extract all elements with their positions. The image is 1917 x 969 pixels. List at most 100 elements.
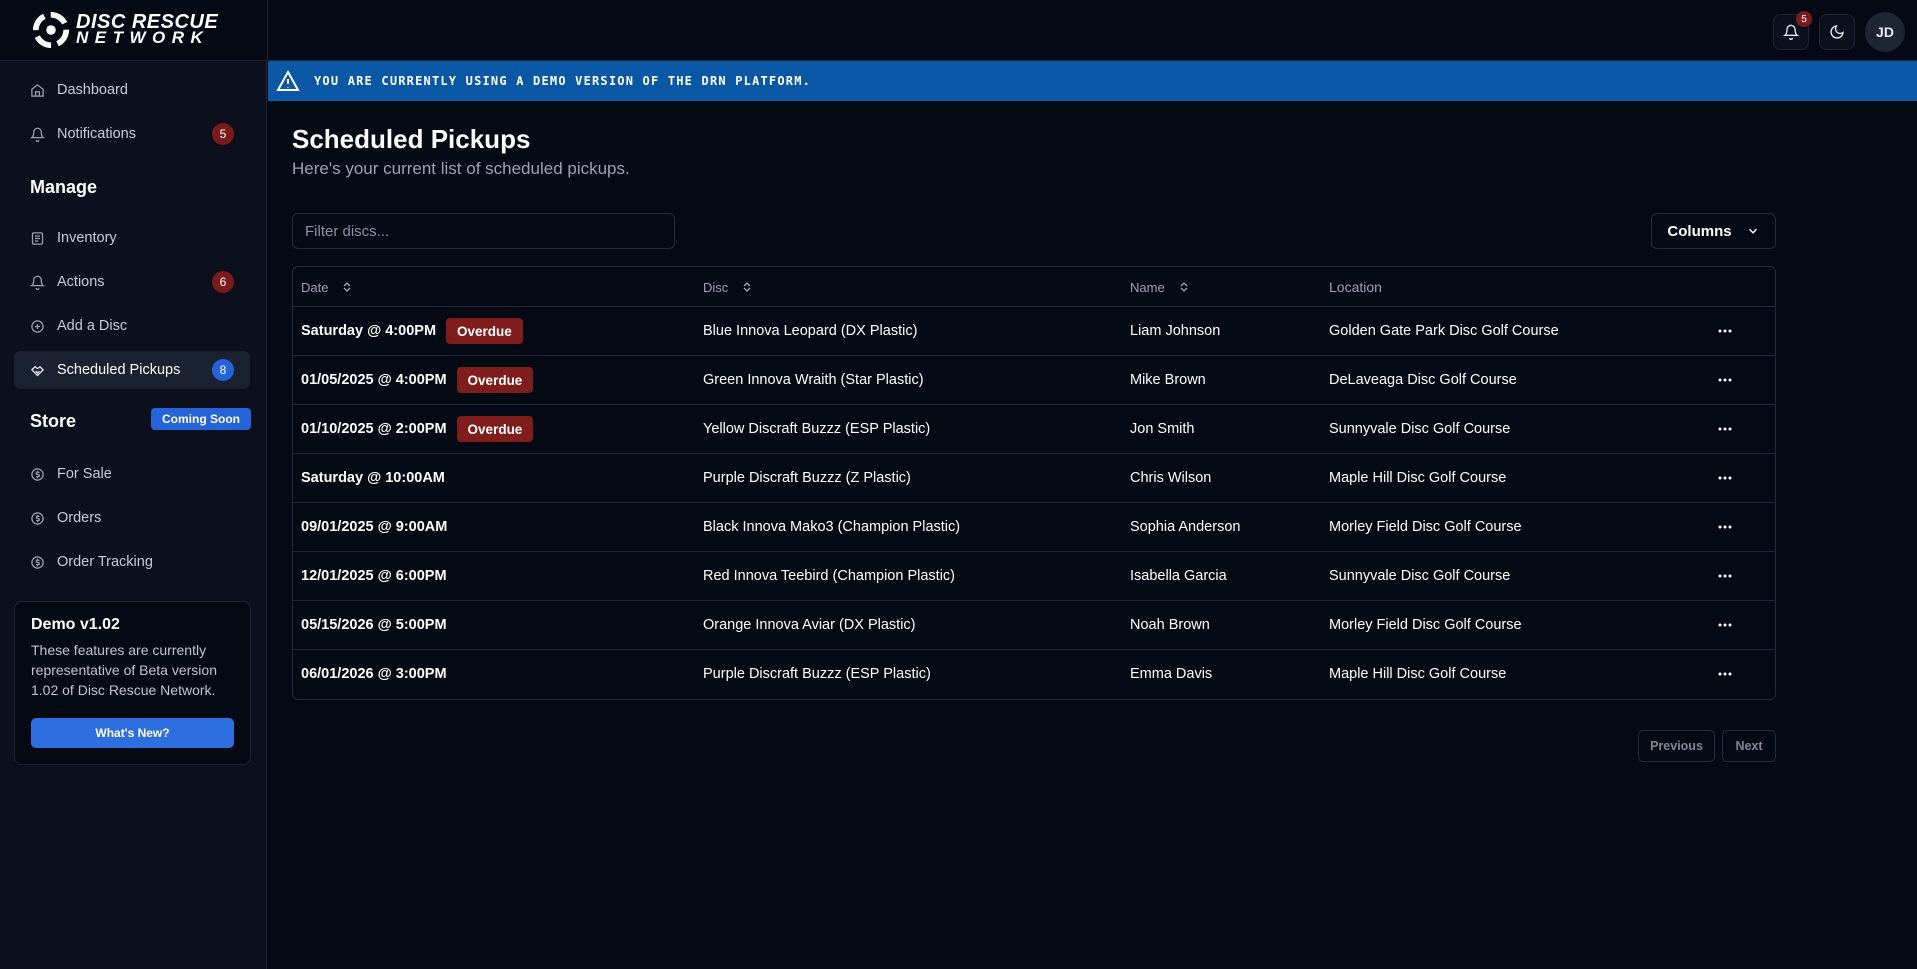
cell-disc: Orange Innova Aviar (DX Plastic) [703, 617, 916, 633]
sidebar-item-scheduled-pickups[interactable]: Scheduled Pickups 8 [14, 351, 250, 389]
overdue-badge: Overdue [456, 367, 534, 393]
column-header-label: Date [301, 279, 329, 295]
cell-name: Jon Smith [1130, 421, 1195, 437]
demo-banner-text: YOU ARE CURRENTLY USING A DEMO VERSION O… [314, 74, 812, 88]
home-icon [31, 83, 44, 97]
cell-disc: Green Innova Wraith (Star Plastic) [703, 372, 924, 388]
table-row[interactable]: 01/05/2025 @ 4:00PM Overdue Green Innova W… [293, 356, 1775, 405]
cell-location: Golden Gate Park Disc Golf Course [1329, 323, 1559, 339]
table-row[interactable]: 05/15/2026 @ 5:00PM Orange Innova Aviar (… [293, 601, 1775, 650]
cell-disc: Yellow Discraft Buzzz (ESP Plastic) [703, 421, 931, 437]
more-horizontal-icon [1718, 623, 1732, 627]
sidebar-item-label: Order Tracking [57, 554, 153, 570]
column-header-name[interactable]: Name [1130, 267, 1189, 307]
sidebar-item-label: For Sale [57, 466, 112, 482]
row-actions-menu-button[interactable] [1715, 356, 1735, 404]
cell-disc: Blue Innova Leopard (DX Plastic) [703, 323, 918, 339]
row-actions-menu-button[interactable] [1715, 650, 1735, 698]
notifications-count-badge: 5 [212, 123, 234, 145]
pickup-date: Saturday @ 4:00PM [301, 323, 437, 339]
sidebar-item-order-tracking[interactable]: Order Tracking [14, 543, 250, 581]
more-horizontal-icon [1718, 476, 1732, 480]
row-actions-menu-button[interactable] [1715, 307, 1735, 355]
table-row[interactable]: 01/10/2025 @ 2:00PM Overdue Yellow Discraf… [293, 405, 1775, 454]
demo-card-body: These features are currently representat… [31, 642, 217, 698]
cell-disc: Purple Discraft Buzzz (ESP Plastic) [703, 666, 931, 682]
column-header-label: Name [1130, 279, 1165, 295]
filter-discs-input[interactable] [292, 213, 675, 249]
more-horizontal-icon [1718, 427, 1732, 431]
sort-icon [344, 282, 351, 292]
pickup-date: 01/05/2025 @ 4:00PM [301, 372, 447, 388]
manage-section-title: Manage [30, 177, 98, 197]
sidebar-item-notifications[interactable]: Notifications 5 [14, 115, 250, 153]
sidebar-item-inventory[interactable]: Inventory [14, 219, 250, 257]
table-row[interactable]: Saturday @ 4:00PM Overdue Blue Innova Leop… [293, 307, 1775, 356]
cell-location: Sunnyvale Disc Golf Course [1329, 568, 1511, 584]
sidebar-item-add-disc[interactable]: Add a Disc [14, 307, 250, 345]
sidebar-item-orders[interactable]: Orders [14, 499, 250, 537]
table-row[interactable]: 12/01/2025 @ 6:00PM Red Innova Teebird (C… [293, 552, 1775, 601]
sidebar-item-for-sale[interactable]: For Sale [14, 455, 250, 493]
sidebar-item-dashboard[interactable]: Dashboard [14, 71, 250, 109]
column-header-date[interactable]: Date [301, 267, 352, 307]
cell-name: Mike Brown [1130, 372, 1206, 388]
pickup-date: 12/01/2025 @ 6:00PM [301, 568, 447, 584]
row-actions-menu-button[interactable] [1715, 503, 1735, 551]
cell-date: 01/10/2025 @ 2:00PM Overdue [301, 405, 534, 453]
top-bar: DISC RESCUE NETWORK 5 JD [0, 0, 1917, 61]
brand-logo[interactable]: DISC RESCUE NETWORK [32, 10, 218, 50]
cell-date: 12/01/2025 @ 6:00PM [301, 552, 447, 600]
table-row[interactable]: 09/01/2025 @ 9:00AM Black Innova Mako3 (C… [293, 503, 1775, 552]
more-horizontal-icon [1718, 525, 1732, 529]
row-actions-menu-button[interactable] [1715, 601, 1735, 649]
overdue-badge: Overdue [456, 416, 534, 442]
pickup-date: Saturday @ 10:00AM [301, 470, 445, 486]
sidebar-item-label: Orders [57, 510, 102, 526]
cell-date: 01/05/2025 @ 4:00PM Overdue [301, 356, 534, 404]
store-section-title: Store [30, 411, 77, 431]
cell-location: Sunnyvale Disc Golf Course [1329, 421, 1511, 437]
columns-dropdown-button[interactable]: Columns [1651, 213, 1776, 249]
pickup-date: 06/01/2026 @ 3:00PM [301, 666, 447, 682]
column-header-disc[interactable]: Disc [703, 267, 752, 307]
divider [267, 0, 268, 61]
column-header-label: Location [1329, 279, 1382, 295]
cell-disc: Purple Discraft Buzzz (Z Plastic) [703, 470, 911, 486]
dollar-icon [31, 467, 44, 481]
whats-new-button[interactable]: What's New? [31, 718, 234, 748]
notifications-button[interactable]: 5 [1773, 11, 1812, 50]
row-actions-menu-button[interactable] [1715, 454, 1735, 502]
pickup-date: 09/01/2025 @ 9:00AM [301, 519, 448, 535]
sidebar-item-label: Notifications [57, 126, 136, 142]
more-horizontal-icon [1718, 574, 1732, 578]
columns-label: Columns [1667, 222, 1732, 240]
sidebar-item-label: Dashboard [57, 82, 128, 98]
sidebar-item-label: Actions [57, 274, 105, 290]
previous-page-button[interactable]: Previous [1638, 730, 1715, 762]
sort-icon [743, 282, 751, 292]
bell-icon [1783, 24, 1799, 40]
sidebar-item-actions[interactable]: Actions 6 [14, 263, 250, 301]
row-actions-menu-button[interactable] [1715, 552, 1735, 600]
sidebar-item-label: Add a Disc [57, 318, 128, 334]
user-avatar[interactable]: JD [1865, 12, 1905, 52]
scheduled-pickups-count-badge: 8 [212, 359, 234, 381]
table-header-row: Date Disc Name Location [293, 267, 1775, 307]
sidebar-item-label: Inventory [57, 230, 117, 246]
demo-version-card: Demo v1.02 These features are currently … [14, 601, 251, 765]
table-row[interactable]: Saturday @ 10:00AM Purple Discraft Buzzz … [293, 454, 1775, 503]
table-body: Saturday @ 4:00PM Overdue Blue Innova Leop… [293, 307, 1775, 699]
table-row[interactable]: 06/01/2026 @ 3:00PM Purple Discraft Buzzz… [293, 650, 1775, 699]
sidebar: Dashboard Notifications 5 Manage Invento… [0, 61, 267, 969]
row-actions-menu-button[interactable] [1715, 405, 1735, 453]
demo-banner: YOU ARE CURRENTLY USING A DEMO VERSION O… [268, 61, 1917, 101]
cell-location: Maple Hill Disc Golf Course [1329, 470, 1507, 486]
top-actions: 5 JD [1773, 11, 1917, 52]
page-subtitle: Here's your current list of scheduled pi… [292, 159, 630, 178]
cell-name: Isabella Garcia [1130, 568, 1227, 584]
theme-toggle-button[interactable] [1819, 14, 1855, 50]
dollar-icon [31, 555, 44, 569]
next-page-button[interactable]: Next [1722, 730, 1776, 762]
overdue-badge: Overdue [446, 318, 523, 344]
